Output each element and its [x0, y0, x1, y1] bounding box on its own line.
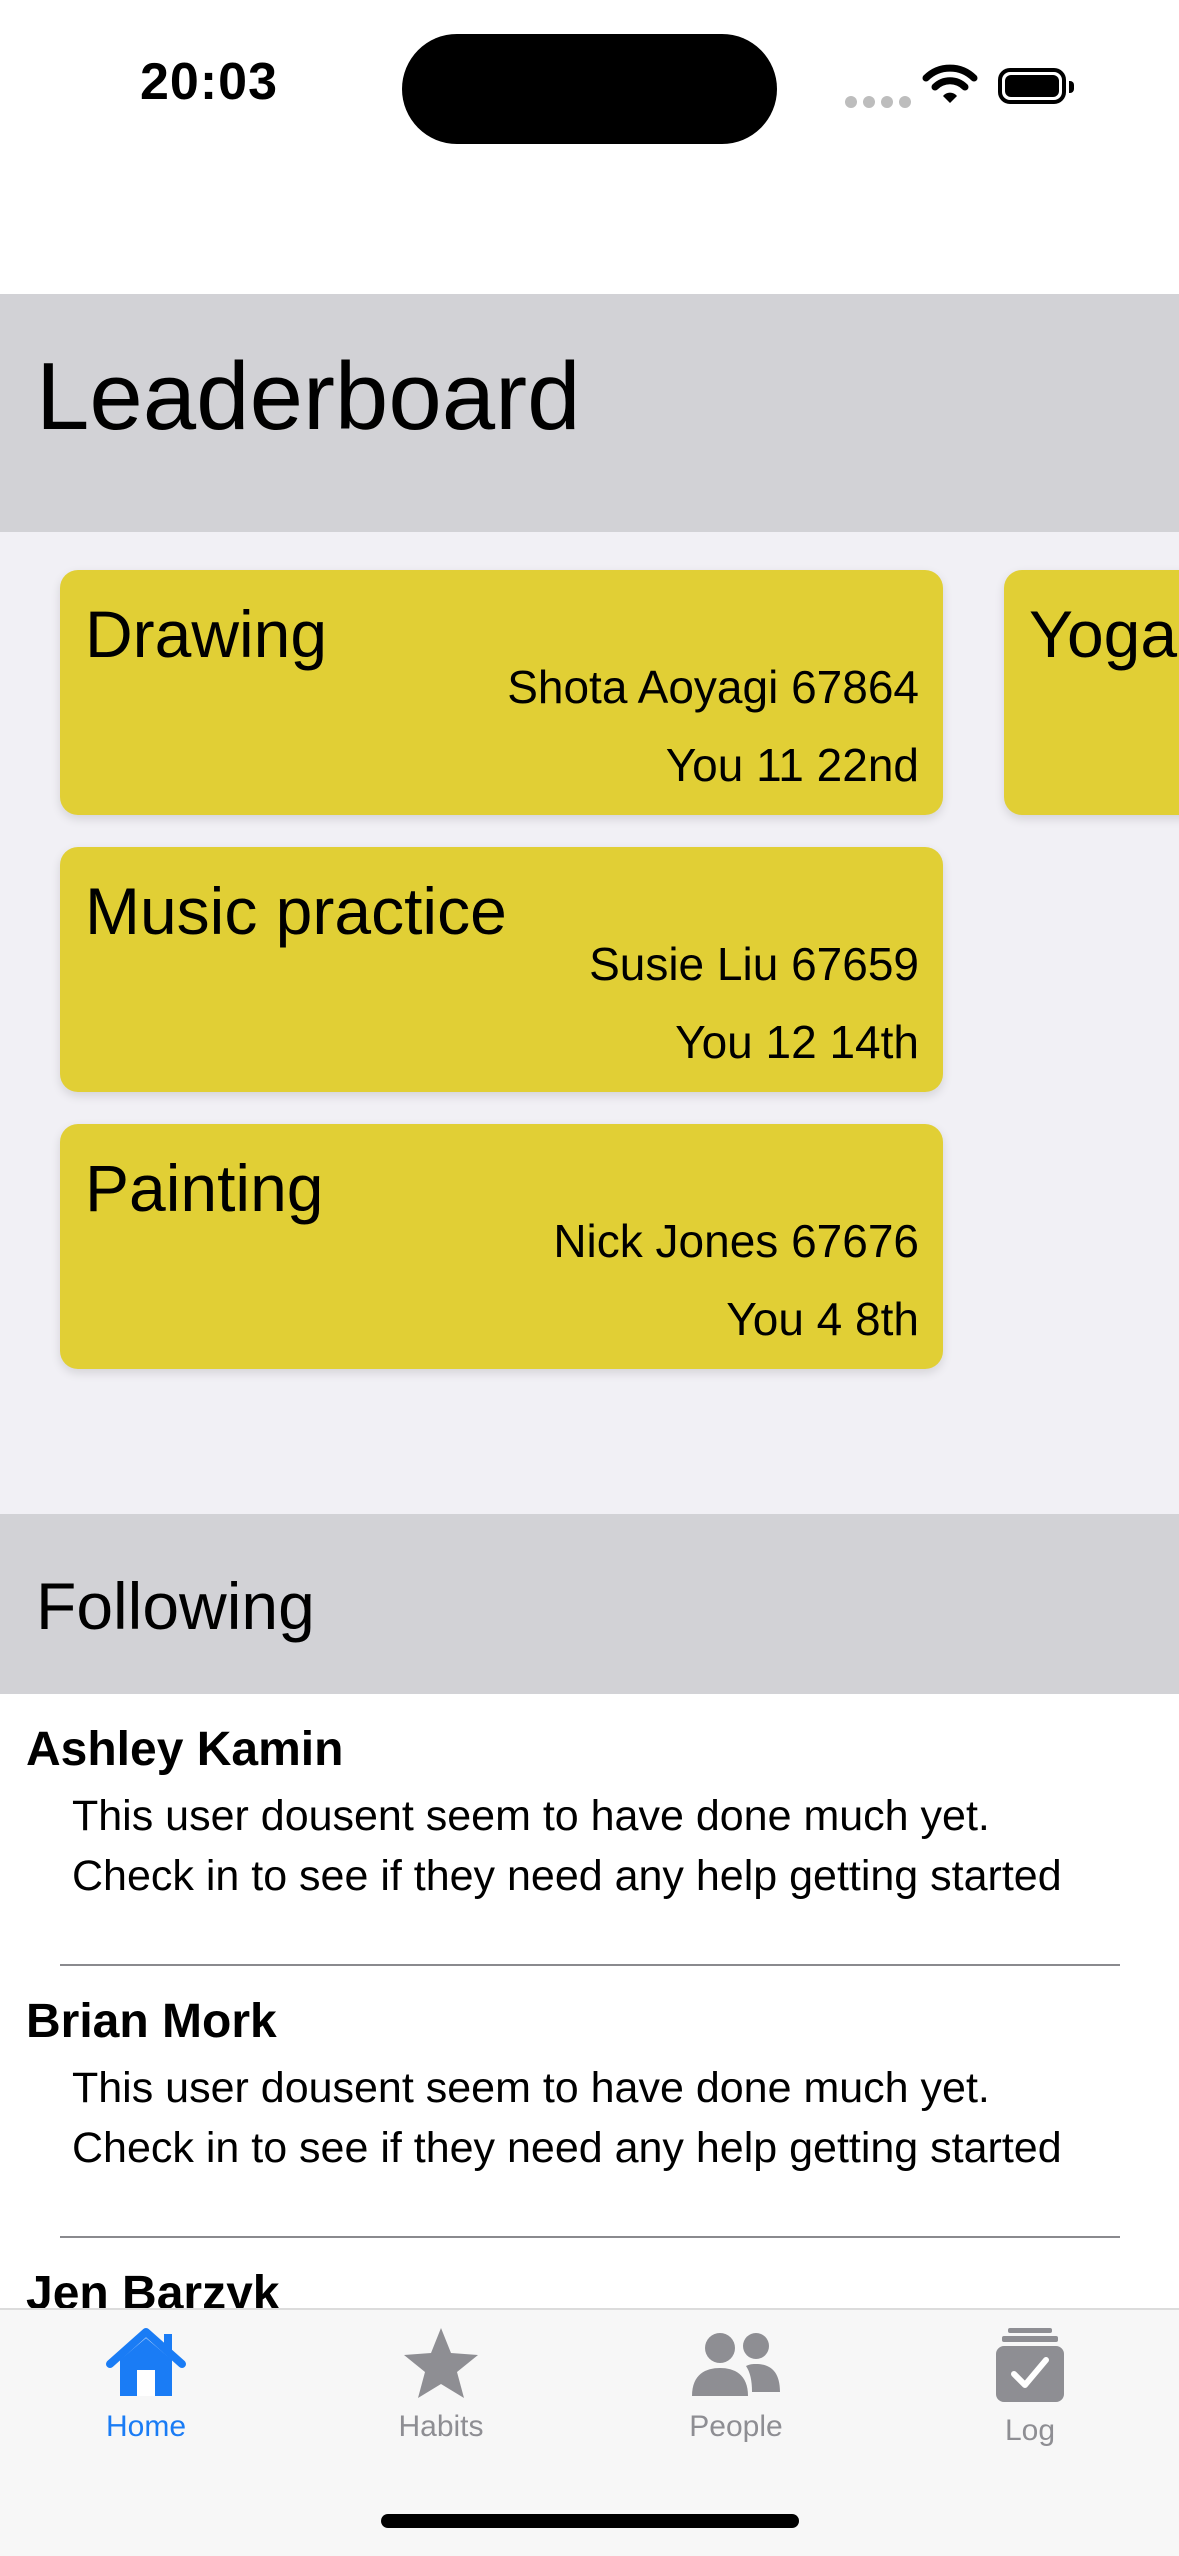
- section-title: Following: [36, 1569, 315, 1643]
- divider: [60, 1964, 1120, 1966]
- tab-label: Log: [1004, 2414, 1056, 2447]
- card-leader: Nick Jones 67676: [553, 1215, 919, 1267]
- message-line: Check in to see if they need any help ge…: [72, 2124, 1062, 2172]
- leaderboard-card-music-practice[interactable]: Music practice Susie Liu 67659 You 12 14…: [60, 847, 943, 1092]
- user-name: Brian Mork: [26, 1995, 277, 2048]
- message-line: This user dousent seem to have done much…: [72, 1792, 990, 1840]
- card-leader: Shota Aoyagi 67864: [507, 661, 919, 713]
- leaderboard-card-painting[interactable]: Painting Nick Jones 67676 You 4 8th: [60, 1124, 943, 1369]
- card-title: Drawing: [85, 597, 328, 671]
- tab-people[interactable]: People: [636, 2326, 836, 2444]
- card-title: Yoga: [1029, 597, 1178, 671]
- divider: [60, 2236, 1120, 2238]
- page-title: Leaderboard: [36, 343, 581, 450]
- tab-log[interactable]: Log: [930, 2326, 1130, 2448]
- message-line: Check in to see if they need any help ge…: [72, 1852, 1062, 1900]
- home-indicator: [381, 2514, 799, 2528]
- cellular-signal-icon: [845, 96, 911, 108]
- card-your-rank: You 4 8th: [726, 1293, 919, 1345]
- tab-label: People: [689, 2410, 783, 2443]
- following-list[interactable]: Ashley Kamin This user dousent seem to h…: [0, 1694, 1179, 2308]
- status-bar: 20:03: [0, 0, 1179, 180]
- wifi-icon: [922, 64, 978, 103]
- battery-icon: [998, 68, 1074, 104]
- leaderboard-card-drawing[interactable]: Drawing Shota Aoyagi 67864 You 11 22nd: [60, 570, 943, 815]
- tab-habits[interactable]: Habits: [341, 2326, 541, 2444]
- leaderboard-card-yoga[interactable]: Yoga: [1004, 570, 1179, 815]
- user-name: Ashley Kamin: [26, 1723, 344, 1776]
- card-leader: Susie Liu 67659: [589, 938, 919, 990]
- following-header: Following: [0, 1514, 1179, 1694]
- tab-label: Home: [105, 2410, 187, 2443]
- dynamic-island: [402, 34, 777, 144]
- leaderboard-cards[interactable]: Drawing Shota Aoyagi 67864 You 11 22nd M…: [0, 532, 1179, 1514]
- card-title: Painting: [85, 1151, 324, 1225]
- house-icon: [106, 2328, 186, 2396]
- user-status-message: This user dousent seem to have done much…: [72, 1786, 1062, 1906]
- user-name: Jen Barzyk: [26, 2267, 280, 2308]
- card-title: Music practice: [85, 874, 507, 948]
- user-status-message: This user dousent seem to have done much…: [72, 2058, 1062, 2178]
- people-icon: [692, 2333, 780, 2396]
- leaderboard-header: Leaderboard: [0, 294, 1179, 532]
- card-your-rank: You 11 22nd: [665, 739, 919, 791]
- log-checkmark-icon: [996, 2328, 1064, 2402]
- status-time: 20:03: [140, 53, 278, 111]
- tab-home[interactable]: Home: [46, 2326, 246, 2444]
- message-line: This user dousent seem to have done much…: [72, 2064, 990, 2112]
- card-your-rank: You 12 14th: [675, 1016, 919, 1068]
- tab-label: Habits: [398, 2410, 484, 2443]
- star-icon: [404, 2328, 478, 2398]
